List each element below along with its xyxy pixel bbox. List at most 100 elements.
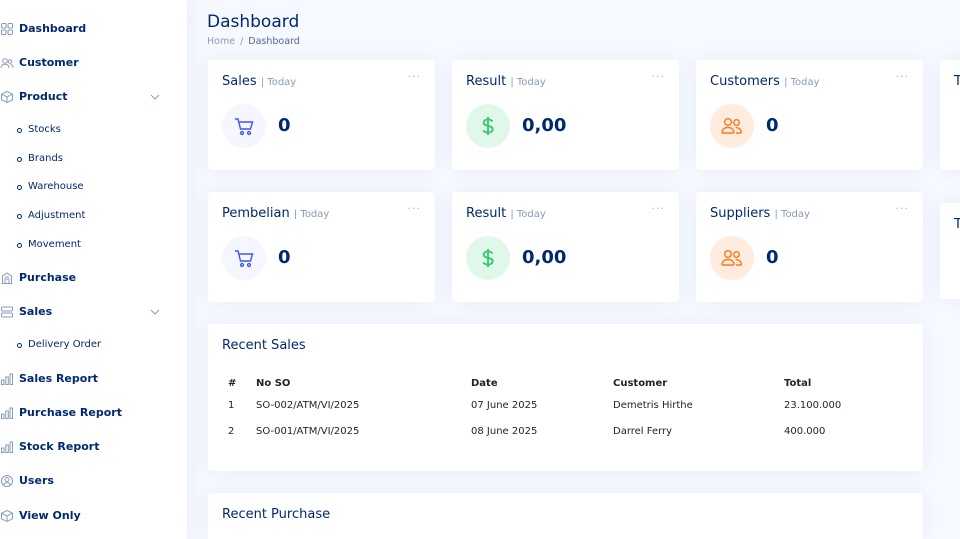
column-header[interactable]: Date — [471, 374, 613, 392]
column-header[interactable]: No SO — [256, 374, 471, 392]
more-icon[interactable]: ··· — [896, 70, 910, 83]
nav-users[interactable]: Users — [0, 471, 187, 493]
nav-view-only[interactable]: View Only — [0, 506, 187, 528]
box-icon — [0, 509, 13, 523]
more-icon[interactable]: ··· — [408, 202, 422, 215]
breadcrumb-current: Dashboard — [248, 36, 300, 47]
nav-view-only-label: View Only — [19, 509, 81, 522]
row-customer: Darrel Ferry — [613, 425, 673, 437]
column-header[interactable]: # — [222, 374, 256, 392]
nav-stock-report-label: Stock Report — [19, 440, 100, 453]
nav-sales[interactable]: Sales — [0, 302, 187, 324]
nav-customer[interactable]: Customer — [0, 53, 187, 75]
people-icon — [721, 250, 743, 266]
nav-warehouse[interactable]: Warehouse — [0, 179, 187, 197]
nav-brands[interactable]: Brands — [0, 151, 187, 169]
row-no-so[interactable]: SO-002/ATM/VI/2025 — [256, 392, 471, 418]
card-title: Result | Today — [466, 206, 546, 221]
grid-icon — [1, 23, 13, 35]
card-title-text: Suppliers — [710, 206, 771, 221]
row-total: 400.000 — [784, 425, 826, 437]
card-icon-wrapper — [466, 236, 510, 280]
row-total: 23.100.000 — [784, 399, 842, 411]
nav-delivery-order[interactable]: Delivery Order — [0, 337, 187, 355]
card-value: 0,00 — [522, 115, 567, 136]
nav-adjustment[interactable]: Adjustment — [0, 208, 187, 226]
card-icon-wrapper — [222, 236, 266, 280]
row-index: 2 — [228, 425, 235, 437]
nav-movement[interactable]: Movement — [0, 237, 187, 255]
nav-customer-label: Customer — [19, 56, 79, 69]
card-icon-wrapper — [710, 236, 754, 280]
cart-icon — [235, 250, 254, 268]
bullet-icon — [17, 185, 22, 190]
nav-brands-label: Brands — [28, 153, 63, 164]
card-title: Sales | Today — [222, 74, 296, 89]
more-icon[interactable]: ··· — [652, 70, 666, 83]
nav-product[interactable]: Product — [0, 87, 187, 109]
customers-card: Customers | Today ··· 0 — [696, 60, 923, 170]
more-icon[interactable]: ··· — [896, 202, 910, 215]
row-date: 08 June 2025 — [471, 425, 538, 437]
people-icon — [721, 118, 743, 134]
nav-movement-label: Movement — [28, 239, 81, 250]
row-customer: Demetris Hirthe — [613, 399, 693, 411]
card-icon-wrapper — [222, 104, 266, 148]
card-period: | Today — [784, 77, 820, 88]
column-header[interactable]: Customer — [613, 374, 784, 392]
chevron-down-icon[interactable] — [149, 306, 161, 318]
breadcrumb-home[interactable]: Home — [207, 36, 235, 47]
recent-purchase-title: Recent Purchase — [222, 507, 331, 522]
nav-purchase-report-label: Purchase Report — [19, 406, 122, 419]
nav-adjustment-label: Adjustment — [28, 210, 86, 221]
recent-sales-card: Recent Sales # No SO Date Customer Total… — [208, 324, 923, 471]
card-title: Customers | Today — [710, 74, 820, 89]
card-period: | Today — [774, 209, 810, 220]
result-card: Result | Today ··· 0,00 — [452, 60, 679, 170]
column-header[interactable]: Total — [784, 374, 874, 392]
pembelian-card: Pembelian | Today ··· 0 — [208, 192, 435, 302]
nav-product-label: Product — [19, 90, 68, 103]
nav-warehouse-label: Warehouse — [28, 181, 84, 192]
card-period: | Today — [260, 77, 297, 88]
bar-chart-icon — [1, 407, 13, 419]
card-value: 0 — [278, 115, 291, 136]
bullet-icon — [17, 214, 22, 219]
bullet-icon — [17, 128, 22, 133]
nav-dashboard[interactable]: Dashboard — [0, 19, 187, 41]
people-icon — [0, 58, 14, 69]
bullet-icon — [17, 157, 22, 162]
nav-dashboard-label: Dashboard — [19, 22, 87, 35]
nav-purchase-label: Purchase — [19, 271, 77, 284]
row-index: 1 — [228, 399, 235, 411]
bar-chart-icon — [1, 373, 13, 385]
nav-users-label: Users — [19, 474, 54, 487]
row-no-so[interactable]: SO-001/ATM/VI/2025 — [256, 418, 471, 444]
chevron-down-icon[interactable] — [149, 91, 161, 103]
page-title: Dashboard — [207, 12, 300, 32]
recent-sales-title: Recent Sales — [222, 338, 306, 353]
card-title-text: Result — [466, 206, 507, 221]
nav-sales-label: Sales — [19, 305, 53, 318]
nav-stock-report[interactable]: Stock Report — [0, 437, 187, 459]
box-icon — [0, 90, 13, 104]
dollar-icon — [482, 249, 494, 267]
nav-purchase-report[interactable]: Purchase Report — [0, 403, 187, 425]
card-title: Result | Today — [466, 74, 546, 89]
card-title-text: Pembelian — [222, 206, 290, 221]
nav-stocks[interactable]: Stocks — [0, 122, 187, 140]
card-icon-wrapper — [466, 104, 510, 148]
nav-sales-report[interactable]: Sales Report — [0, 369, 187, 391]
user-circle-icon — [1, 475, 13, 487]
more-icon[interactable]: ··· — [652, 202, 666, 215]
card-title: T — [954, 217, 960, 232]
more-icon[interactable]: ··· — [408, 70, 422, 83]
partial-card: T — [940, 203, 960, 299]
result-card: Result | Today ··· 0,00 — [452, 192, 679, 302]
card-period: | Today — [293, 209, 330, 220]
nav-delivery-order-label: Delivery Order — [28, 339, 102, 350]
table-row: 2 SO-001/ATM/VI/2025 08 June 2025 Darrel… — [222, 418, 874, 444]
nav-purchase[interactable]: Purchase — [0, 268, 187, 290]
nav-sales-report-label: Sales Report — [19, 372, 98, 385]
nav-stocks-label: Stocks — [28, 124, 61, 135]
